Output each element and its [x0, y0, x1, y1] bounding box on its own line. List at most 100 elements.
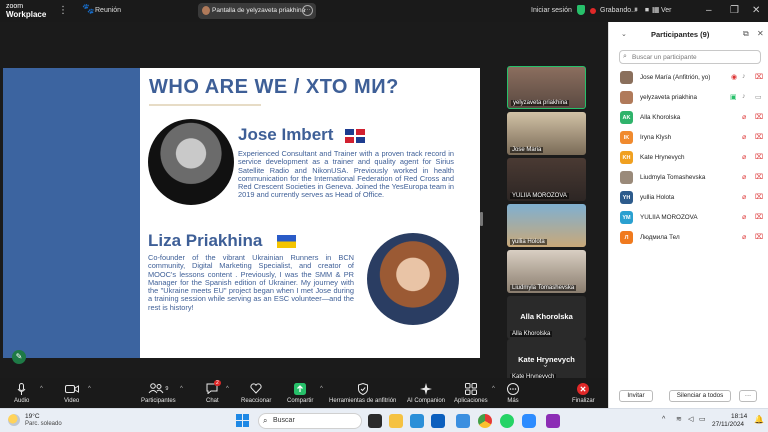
clock-time[interactable]: 18:14 — [731, 413, 747, 420]
video-off-icon[interactable]: ⌧ — [755, 113, 763, 121]
panel-more-button[interactable]: ··· — [739, 390, 757, 402]
chevron-up-icon[interactable]: ^ — [226, 386, 229, 392]
weather-icon[interactable] — [8, 414, 20, 426]
shield-icon[interactable] — [577, 5, 585, 15]
battery-icon[interactable]: ▭ — [699, 415, 706, 423]
more-icon[interactable]: ⋮ — [58, 5, 68, 16]
camera-icon — [64, 382, 79, 395]
chevron-up-icon[interactable]: ^ — [492, 386, 495, 392]
popout-icon[interactable]: ⧉ — [743, 29, 749, 39]
sign-in-link[interactable]: Iniciar sesión — [531, 7, 572, 14]
react-button[interactable]: Reaccionar — [241, 382, 271, 404]
windows-start-icon[interactable] — [236, 414, 249, 427]
video-tile[interactable]: yullia Holota — [507, 204, 586, 247]
wifi-icon[interactable]: ≋ — [676, 415, 682, 423]
mic-muted-icon[interactable]: ⌀ — [742, 233, 746, 241]
mic-muted-icon[interactable]: ⌀ — [742, 173, 746, 181]
video-off-icon[interactable]: ⌧ — [755, 133, 763, 141]
video-off-icon[interactable]: ⌧ — [755, 153, 763, 161]
stop-icon[interactable]: ⏹ — [645, 5, 649, 15]
participant-row[interactable]: IK Iryna Klysh ⌀ ⌧ — [609, 128, 768, 148]
close-icon[interactable]: ✕ — [752, 5, 760, 16]
video-tile[interactable]: Liudmyla Tomashevska — [507, 250, 586, 293]
notifications-icon[interactable]: 🔔 — [754, 415, 764, 424]
participant-row[interactable]: YH yullia Holota ⌀ ⌧ — [609, 188, 768, 208]
tray-chevron-icon[interactable]: ^ — [662, 416, 665, 423]
video-tile[interactable]: yelyzaveta priakhina — [507, 66, 586, 109]
task-view-icon[interactable] — [368, 414, 382, 428]
maximize-icon[interactable]: ❐ — [730, 5, 739, 16]
host-tools-label: Herramientas de anfitrión — [329, 398, 397, 404]
mic-muted-icon[interactable]: ◉ — [731, 73, 737, 81]
grid-icon[interactable]: ▦ — [652, 5, 660, 14]
apps-button[interactable]: Aplicaciones — [454, 382, 488, 404]
mic-muted-icon[interactable]: ⌀ — [742, 193, 746, 201]
audio-button[interactable]: Audio — [14, 382, 29, 404]
ai-companion-button[interactable]: AI Companion — [407, 382, 445, 404]
mute-all-button[interactable]: Silenciar a todos — [669, 390, 731, 402]
close-panel-icon[interactable]: ✕ — [757, 29, 764, 38]
clock-date[interactable]: 27/11/2024 — [712, 421, 744, 428]
file-explorer-icon[interactable] — [389, 414, 403, 428]
mic-muted-icon[interactable]: ⌀ — [742, 133, 746, 141]
video-tile[interactable]: YULIIA MOROZOVA — [507, 158, 586, 201]
volume-icon[interactable]: ◁ — [688, 415, 693, 423]
share-active-icon[interactable]: ▣ — [730, 93, 737, 101]
host-tools-button[interactable]: Herramientas de anfitrión — [329, 382, 396, 404]
video-button[interactable]: Video — [64, 382, 79, 404]
store-icon[interactable] — [410, 414, 424, 428]
more-button[interactable]: Más — [507, 382, 519, 404]
mic-muted-icon[interactable]: ⌀ — [742, 213, 746, 221]
video-off-icon[interactable]: ⌧ — [755, 193, 763, 201]
minimize-icon[interactable]: – — [706, 5, 712, 16]
recording-status[interactable]: Grabando... — [600, 7, 637, 14]
participant-search-input[interactable]: ⌕ Buscar un participante — [619, 50, 761, 64]
whatsapp-icon[interactable] — [500, 414, 514, 428]
participant-row[interactable]: Jose María (Anfitrión, yo) ◉ ♪ ⌧ — [609, 68, 768, 88]
mic-icon[interactable]: ♪ — [742, 73, 746, 80]
chat-button[interactable]: 2 Chat — [206, 380, 221, 404]
mic-muted-icon[interactable]: ⌀ — [742, 153, 746, 161]
outlook-icon[interactable] — [431, 414, 445, 428]
video-off-icon[interactable]: ⌧ — [755, 233, 763, 241]
participant-name: Liudmyla Tomashevska — [640, 174, 706, 181]
chevron-up-icon[interactable]: ^ — [320, 386, 323, 392]
participant-row[interactable]: yelyzaveta priakhina ▣ ♪ ▭ — [609, 88, 768, 108]
chrome-icon[interactable] — [478, 414, 492, 428]
end-meeting-button[interactable]: Finalizar — [572, 382, 595, 404]
chevron-up-icon[interactable]: ^ — [180, 386, 183, 392]
participant-row[interactable]: KH Kate Hrynevych ⌀ ⌧ — [609, 148, 768, 168]
avatar: IK — [620, 131, 633, 144]
annotate-icon[interactable]: ✎ — [12, 350, 26, 364]
share-button[interactable]: Compartir — [287, 382, 313, 404]
resize-handle[interactable] — [480, 212, 483, 226]
participant-row[interactable]: Л Людмила Тел ⌀ ⌧ — [609, 228, 768, 248]
video-off-icon[interactable]: ⌧ — [755, 73, 763, 81]
participant-row[interactable]: AK Alla Khorolska ⌀ ⌧ — [609, 108, 768, 128]
taskbar-search-input[interactable]: ⌕ Buscar — [258, 413, 362, 429]
mail-icon[interactable] — [456, 414, 470, 428]
zoom-app-icon[interactable] — [522, 414, 536, 428]
video-off-icon[interactable]: ⌧ — [755, 173, 763, 181]
participant-row[interactable]: Liudmyla Tomashevska ⌀ ⌧ — [609, 168, 768, 188]
avatar: KH — [620, 151, 633, 164]
taskbar-search-placeholder: Buscar — [273, 417, 295, 424]
mic-icon[interactable]: ♪ — [742, 93, 746, 100]
video-icon[interactable]: ▭ — [755, 93, 762, 101]
share-options-icon[interactable]: ··· — [302, 5, 313, 16]
video-off-icon[interactable]: ⌧ — [755, 213, 763, 221]
pause-icon[interactable]: ⏸ — [634, 5, 638, 15]
screen-share-indicator[interactable]: Pantalla de yelyzaveta priakhina ··· — [198, 3, 316, 19]
chevron-down-icon[interactable]: ⌄ — [621, 30, 627, 38]
chevron-up-icon[interactable]: ^ — [88, 386, 91, 392]
participant-row[interactable]: YM YULIIA MOROZOVA ⌀ ⌧ — [609, 208, 768, 228]
chevron-down-icon[interactable]: ⌄ — [542, 360, 549, 369]
app-icon[interactable] — [546, 414, 560, 428]
participants-button[interactable]: 9 Participantes — [141, 382, 176, 404]
video-tile[interactable]: Alla Khorolska Alla Khorolska — [507, 296, 586, 339]
view-button[interactable]: Ver — [661, 7, 672, 14]
invite-button[interactable]: Invitar — [619, 390, 653, 402]
video-tile[interactable]: Jose Maria — [507, 112, 586, 155]
mic-muted-icon[interactable]: ⌀ — [742, 113, 746, 121]
chevron-up-icon[interactable]: ^ — [40, 386, 43, 392]
